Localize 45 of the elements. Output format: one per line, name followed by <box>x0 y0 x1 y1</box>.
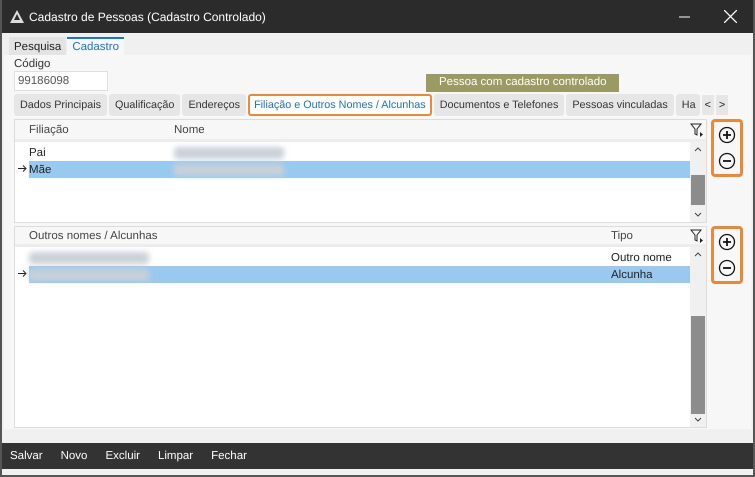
tab[interactable]: Qualificação <box>109 94 180 116</box>
toolbar-button[interactable]: Salvar <box>10 450 43 462</box>
tab[interactable]: Endereços <box>182 94 246 116</box>
toolbar-button[interactable]: Excluir <box>105 450 140 462</box>
table-cell: Pai <box>29 146 46 158</box>
table-cell: Outro nome <box>611 252 672 264</box>
scrollbar[interactable] <box>690 142 706 222</box>
status-badge: Pessoa com cadastro controlado <box>426 74 620 92</box>
scroll-left-button[interactable]: < <box>702 95 714 115</box>
scroll-right-button[interactable]: > <box>716 95 728 115</box>
table-row[interactable]: Outro nome <box>29 249 690 266</box>
column-header[interactable]: Nome <box>174 124 205 136</box>
toolbar-button[interactable]: Novo <box>60 450 88 462</box>
minimize-icon[interactable] <box>678 16 690 18</box>
column-header[interactable]: Tipo <box>611 230 633 242</box>
filter-icon[interactable] <box>690 228 704 242</box>
table-cell: Alcunha <box>611 268 653 280</box>
remove-button[interactable] <box>718 152 736 170</box>
add-button[interactable] <box>718 126 736 144</box>
filter-icon[interactable] <box>690 122 704 136</box>
toolbar-button[interactable]: Limpar <box>158 450 194 462</box>
remove-button[interactable] <box>718 259 736 277</box>
column-header[interactable]: Outros nomes / Alcunhas <box>29 230 611 242</box>
add-icon <box>718 126 736 144</box>
toolbar-button[interactable]: Fechar <box>211 450 247 462</box>
app-logo-icon <box>10 10 24 23</box>
tab[interactable]: Documentos e Telefones <box>434 94 564 116</box>
scrollbar[interactable] <box>690 247 706 427</box>
tab[interactable]: Cadastro <box>67 37 124 55</box>
add-button[interactable] <box>718 233 736 251</box>
remove-icon <box>718 152 736 170</box>
add-icon <box>718 233 736 251</box>
column-header[interactable]: Filiação <box>29 124 174 136</box>
tab[interactable]: Dados Principais <box>14 94 108 116</box>
tab[interactable]: Ha <box>676 94 700 116</box>
tab[interactable]: Pesquisa <box>9 37 66 55</box>
remove-icon <box>718 259 736 277</box>
field-label: Código <box>14 58 50 70</box>
table-cell: Mãe <box>29 164 52 176</box>
table-row[interactable]: Pai <box>29 144 690 161</box>
tab[interactable]: Pessoas vinculadas <box>566 94 674 116</box>
code-field[interactable]: 99186098 <box>14 71 108 91</box>
window-title: Cadastro de Pessoas (Cadastro Controlado) <box>29 10 267 24</box>
tab[interactable]: Filiação e Outros Nomes / Alcunhas <box>248 94 432 116</box>
close-icon[interactable] <box>724 10 736 23</box>
